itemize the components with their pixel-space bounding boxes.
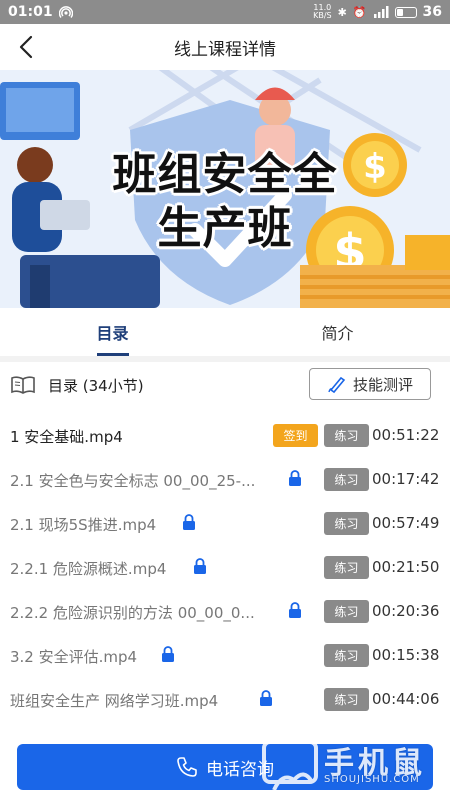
toc-header: 目录 (34小节) 技能测评 bbox=[0, 362, 450, 406]
lesson-title: 班组安全生产 网络学习班.mp4 bbox=[10, 692, 219, 710]
banner-title-line2: 生产班 bbox=[157, 203, 293, 254]
lesson-title: 2.2.2 危险源识别的方法 00_00_0... bbox=[10, 604, 255, 622]
net-speed: 11.0 KB/S bbox=[313, 3, 332, 20]
book-icon bbox=[11, 376, 35, 394]
practice-button[interactable]: 练习 bbox=[324, 556, 369, 579]
battery-icon bbox=[394, 6, 417, 18]
tab-catalog[interactable]: 目录 bbox=[0, 308, 225, 356]
lesson-duration: 00:57:49 bbox=[372, 514, 440, 532]
practice-button[interactable]: 练习 bbox=[324, 468, 369, 491]
lesson-title: 3.2 安全评估.mp4 bbox=[10, 648, 138, 666]
status-time: 01:01 bbox=[8, 4, 53, 20]
lesson-row[interactable]: 3.2 安全评估.mp4 练习 00:15:38 bbox=[0, 634, 450, 678]
lesson-row[interactable]: 2.2.2 危险源识别的方法 00_00_0... 练习 00:20:36 bbox=[0, 590, 450, 634]
battery-level: 36 bbox=[422, 4, 442, 20]
lock-icon bbox=[194, 558, 206, 574]
lesson-duration: 00:15:38 bbox=[372, 646, 440, 664]
lesson-row[interactable]: 2.1 安全色与安全标志 00_00_25-... 练习 00:17:42 bbox=[0, 458, 450, 502]
lesson-row[interactable]: 班组安全生产 网络学习班.mp4 练习 00:44:06 bbox=[0, 678, 450, 722]
lesson-duration: 00:20:36 bbox=[372, 602, 440, 620]
lock-icon bbox=[289, 470, 301, 486]
lesson-title: 2.1 现场5S推进.mp4 bbox=[10, 516, 157, 534]
lesson-duration: 00:51:22 bbox=[372, 426, 440, 444]
tab-bar: 目录 简介 bbox=[0, 308, 450, 356]
sign-in-button[interactable]: 签到 bbox=[273, 424, 318, 447]
footer-bar: 电话咨询 手机鼠 SHOUJISHU.COM bbox=[0, 734, 450, 800]
watermark: 手机鼠 SHOUJISHU.COM bbox=[260, 734, 440, 800]
toc-label: 目录 (34小节) bbox=[48, 377, 144, 395]
watermark-logo-icon bbox=[262, 740, 318, 791]
lesson-title: 1 安全基础.mp4 bbox=[10, 428, 123, 446]
page-title: 线上课程详情 bbox=[174, 39, 276, 60]
practice-button[interactable]: 练习 bbox=[324, 512, 369, 535]
lock-icon bbox=[183, 514, 195, 530]
lesson-list-panel: 目录 (34小节) 技能测评 1 安全基础.mp4 签到 练习 00:51:22… bbox=[0, 362, 450, 734]
lesson-duration: 00:17:42 bbox=[372, 470, 440, 488]
lock-icon bbox=[162, 646, 174, 662]
lock-icon bbox=[260, 690, 272, 706]
tab-intro[interactable]: 简介 bbox=[225, 308, 450, 356]
lesson-row[interactable]: 2.1 现场5S推进.mp4 练习 00:57:49 bbox=[0, 502, 450, 546]
lesson-duration: 00:21:50 bbox=[372, 558, 440, 576]
lesson-duration: 00:44:06 bbox=[372, 690, 440, 708]
skill-assessment-button[interactable]: 技能测评 bbox=[309, 368, 431, 400]
phone-icon bbox=[177, 757, 197, 777]
signal-icon bbox=[373, 6, 389, 18]
alarm-icon: ⏰ bbox=[352, 5, 367, 19]
practice-button[interactable]: 练习 bbox=[324, 644, 369, 667]
practice-button[interactable]: 练习 bbox=[324, 688, 369, 711]
hotspot-icon bbox=[58, 6, 73, 18]
bluetooth-icon: ✱ bbox=[337, 5, 347, 19]
lesson-row[interactable]: 1 安全基础.mp4 签到 练习 00:51:22 bbox=[0, 414, 450, 458]
lock-icon bbox=[289, 602, 301, 618]
lesson-row[interactable]: 2.2.1 危险源概述.mp4 练习 00:21:50 bbox=[0, 546, 450, 590]
nav-bar: 线上课程详情 bbox=[0, 24, 450, 70]
practice-button[interactable]: 练习 bbox=[324, 424, 369, 447]
course-banner: $ $ 班组安全全 生产班 bbox=[0, 70, 450, 308]
practice-button[interactable]: 练习 bbox=[324, 600, 369, 623]
back-arrow-icon[interactable] bbox=[14, 34, 40, 60]
pen-icon bbox=[328, 376, 346, 394]
lesson-title: 2.1 安全色与安全标志 00_00_25-... bbox=[10, 472, 256, 490]
status-bar: 01:01 11.0 KB/S ✱ ⏰ 36 bbox=[0, 0, 450, 24]
lesson-title: 2.2.1 危险源概述.mp4 bbox=[10, 560, 167, 578]
